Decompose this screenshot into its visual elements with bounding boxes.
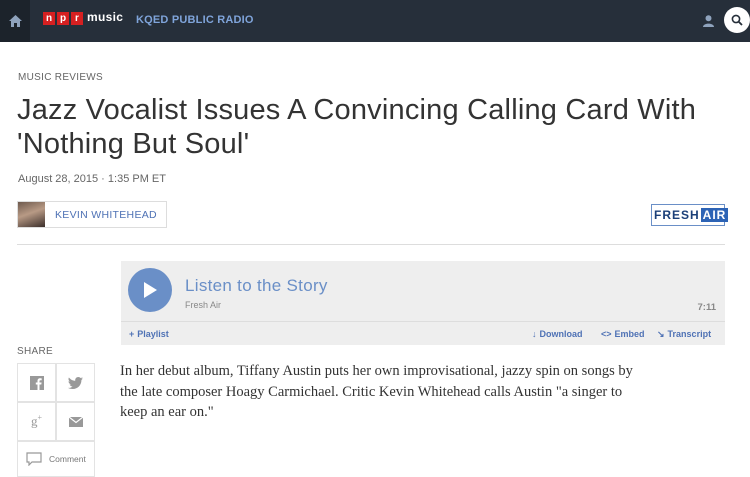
- plus-icon: +: [129, 329, 135, 339]
- download-button[interactable]: ↓ Download: [532, 329, 583, 339]
- user-icon: [703, 15, 714, 27]
- logo-letter-r: r: [71, 11, 83, 25]
- station-link[interactable]: KQED PUBLIC RADIO: [136, 14, 254, 26]
- dateline: August 28, 2015 · 1:35 PM ET: [18, 173, 166, 185]
- google-plus-icon: g+: [30, 413, 42, 429]
- comment-button[interactable]: Comment: [17, 441, 95, 477]
- email-icon: [68, 416, 83, 427]
- download-icon: ↓: [532, 329, 537, 339]
- home-button[interactable]: [0, 0, 30, 42]
- share-twitter-button[interactable]: [56, 363, 95, 402]
- author-name[interactable]: KEVIN WHITEHEAD: [55, 209, 157, 221]
- comment-label: Comment: [49, 454, 86, 464]
- embed-button[interactable]: <> Embed: [601, 329, 645, 339]
- fresh-air-logo[interactable]: FRESH AIR: [651, 204, 729, 226]
- audio-duration: 7:11: [697, 302, 717, 313]
- divider: [17, 244, 725, 245]
- search-button[interactable]: [724, 7, 750, 33]
- transcript-label: Transcript: [667, 329, 712, 339]
- twitter-icon: [68, 376, 83, 389]
- logo-section-label: music: [87, 10, 124, 24]
- share-email-button[interactable]: [56, 402, 95, 441]
- logo-letter-n: n: [43, 11, 55, 25]
- author-avatar: [18, 202, 45, 227]
- audio-tools: + Playlist ↓ Download <> Embed ↘ Transcript: [121, 321, 725, 345]
- audio-program: Fresh Air: [185, 300, 222, 310]
- fresh-air-wordmark-air: AIR: [700, 208, 729, 222]
- logo-letter-p: p: [57, 11, 69, 25]
- user-account-button[interactable]: [703, 14, 714, 32]
- article-teaser: In her debut album, Tiffany Austin puts …: [120, 363, 633, 420]
- facebook-icon: [29, 375, 44, 390]
- play-button[interactable]: [128, 268, 172, 312]
- transcript-button[interactable]: ↘ Transcript: [657, 329, 711, 340]
- playlist-label: Playlist: [137, 329, 169, 339]
- npr-music-logo[interactable]: n p r music: [43, 10, 124, 25]
- share-facebook-button[interactable]: [17, 363, 56, 402]
- section-slug[interactable]: MUSIC REVIEWS: [18, 72, 103, 83]
- home-icon: [8, 15, 22, 27]
- share-google-plus-button[interactable]: g+: [17, 402, 56, 441]
- play-icon: [144, 282, 157, 298]
- byline[interactable]: KEVIN WHITEHEAD: [17, 201, 167, 228]
- page-title: Jazz Vocalist Issues A Convincing Callin…: [17, 94, 697, 160]
- share-label: SHARE: [17, 346, 53, 357]
- audio-player: Listen to the Story Fresh Air 7:11 + Play…: [121, 261, 725, 345]
- transcript-icon: ↘: [657, 329, 665, 339]
- fresh-air-wordmark: FRESH: [654, 208, 700, 222]
- comment-icon: [26, 452, 42, 466]
- download-label: Download: [539, 329, 583, 339]
- audio-title[interactable]: Listen to the Story: [185, 276, 328, 296]
- embed-icon: <>: [601, 329, 612, 339]
- search-icon: [731, 14, 743, 26]
- top-nav: n p r music KQED PUBLIC RADIO: [0, 0, 750, 42]
- embed-label: Embed: [614, 329, 645, 339]
- playlist-button[interactable]: + Playlist: [129, 329, 169, 339]
